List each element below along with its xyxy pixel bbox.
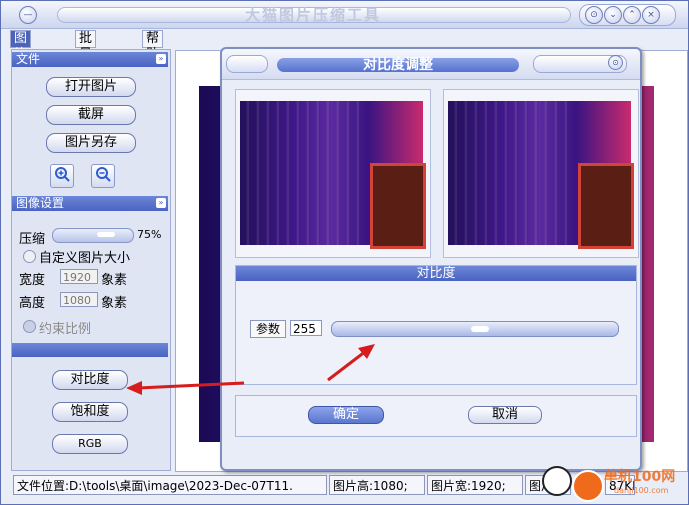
watermark-logo-icon xyxy=(542,466,572,496)
arrow-to-slider xyxy=(327,349,367,382)
arrow-head-left xyxy=(126,381,142,395)
watermark-play-icon xyxy=(572,470,604,502)
annotation-arrows xyxy=(126,344,375,395)
arrow-to-contrast-button xyxy=(137,381,245,390)
watermark-url: danji100.com xyxy=(614,486,669,495)
watermark-text: 单机100网 xyxy=(604,469,676,485)
